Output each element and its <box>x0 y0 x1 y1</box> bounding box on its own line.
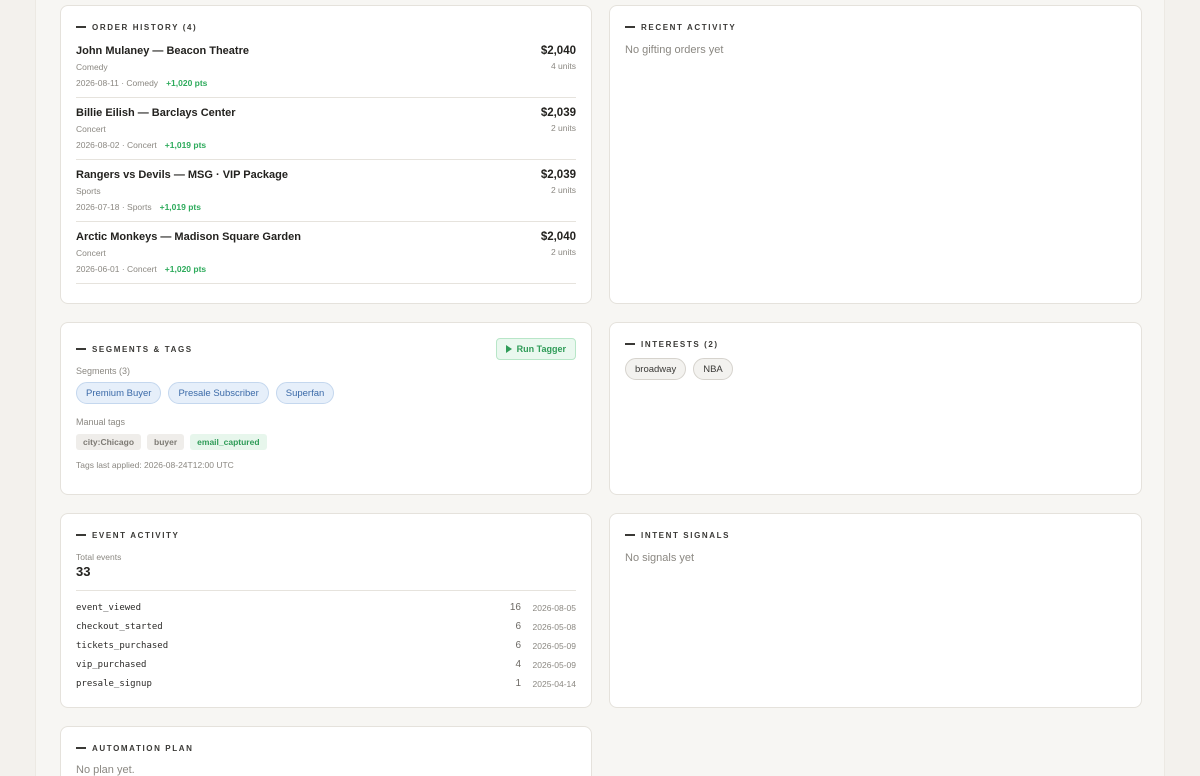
order-category: Concert <box>76 124 106 134</box>
tag-chip: buyer <box>147 434 185 450</box>
event-date: 2026-05-08 <box>532 621 576 632</box>
order-history-card: Order History (4) John Mulaney — Beacon … <box>60 5 592 304</box>
event-date: 2025-04-14 <box>532 678 576 689</box>
automation-plan-empty: No plan yet. <box>76 764 135 776</box>
order-price: $2,040 <box>540 45 576 57</box>
order-meta: 2026-08-11 · Comedy +1,020 pts <box>76 78 208 88</box>
order-list: John Mulaney — Beacon Theatre Comedy 202… <box>76 36 576 284</box>
manual-tag-chips: city:Chicago buyer email_captured <box>76 434 576 450</box>
event-row: vip_purchased 4 2026-05-09 <box>76 655 576 674</box>
dash-icon <box>76 534 86 536</box>
order-units: 2 units <box>550 123 576 133</box>
play-icon <box>505 345 512 353</box>
event-count: 6 <box>515 640 521 651</box>
order-row[interactable]: Billie Eilish — Barclays Center Concert … <box>76 98 576 160</box>
total-events-value: 33 <box>76 564 91 579</box>
order-category: Concert <box>76 248 106 258</box>
dash-icon <box>76 747 86 749</box>
automation-plan-title: Automation Plan <box>76 743 576 753</box>
interest-chip[interactable]: broadway <box>625 358 687 380</box>
event-count: 4 <box>515 659 521 670</box>
order-points: +1,020 pts <box>164 264 207 274</box>
dash-icon <box>625 534 635 536</box>
automation-plan-card: Automation Plan No plan yet. <box>60 726 592 776</box>
event-name: checkout_started <box>76 621 163 632</box>
order-title: John Mulaney — Beacon Theatre <box>76 45 249 57</box>
segment-chip[interactable]: Superfan <box>275 382 335 404</box>
order-title: Rangers vs Devils — MSG · VIP Package <box>76 169 288 181</box>
order-price: $2,039 <box>540 169 576 181</box>
dash-icon <box>76 26 86 28</box>
tag-chip: city:Chicago <box>76 434 142 450</box>
event-count: 6 <box>515 621 521 632</box>
event-activity-title: Event Activity <box>76 530 576 540</box>
order-row[interactable]: John Mulaney — Beacon Theatre Comedy 202… <box>76 36 576 98</box>
manual-tags-label: Manual tags <box>76 417 126 427</box>
order-units: 4 units <box>550 61 576 71</box>
event-row: checkout_started 6 2026-05-08 <box>76 617 576 636</box>
order-row[interactable]: Arctic Monkeys — Madison Square Garden C… <box>76 222 576 284</box>
order-meta: 2026-08-02 · Concert +1,019 pts <box>76 140 207 150</box>
order-title: Arctic Monkeys — Madison Square Garden <box>76 231 301 243</box>
order-price: $2,040 <box>540 231 576 243</box>
order-history-title: Order History (4) <box>76 22 576 32</box>
event-name: presale_signup <box>76 678 152 689</box>
event-count: 16 <box>509 602 521 613</box>
order-points: +1,020 pts <box>166 78 208 88</box>
interests-card: Interests (2) broadway NBA <box>609 322 1142 495</box>
order-units: 2 units <box>550 185 576 195</box>
order-price: $2,039 <box>540 107 576 119</box>
recent-activity-empty: No gifting orders yet <box>625 44 724 56</box>
order-points: +1,019 pts <box>159 202 201 212</box>
event-row: presale_signup 1 2025-04-14 <box>76 674 576 693</box>
event-name: event_viewed <box>76 602 142 613</box>
event-activity-card: Event Activity Total events 33 event_vie… <box>60 513 592 708</box>
event-name: vip_purchased <box>76 659 147 670</box>
order-category: Sports <box>76 186 101 196</box>
total-events-label: Total events <box>76 552 122 562</box>
dash-icon <box>76 348 86 350</box>
profile-page: Order History (4) John Mulaney — Beacon … <box>35 0 1165 776</box>
recent-activity-card: Recent Activity No gifting orders yet <box>609 5 1142 304</box>
event-list: event_viewed 16 2026-08-05 checkout_star… <box>76 598 576 693</box>
tags-last-applied: Tags last applied: 2026-08-24T12:00 UTC <box>76 460 234 470</box>
segments-card: Segments & Tags Run Tagger Segments (3) … <box>60 322 592 495</box>
event-count: 1 <box>515 678 521 689</box>
dash-icon <box>625 26 635 28</box>
order-row[interactable]: Rangers vs Devils — MSG · VIP Package Sp… <box>76 160 576 222</box>
order-points: +1,019 pts <box>164 140 207 150</box>
event-date: 2026-05-09 <box>532 640 576 651</box>
tag-chip: email_captured <box>190 434 267 450</box>
event-date: 2026-05-09 <box>532 659 576 670</box>
segment-chip[interactable]: Presale Subscriber <box>168 382 269 404</box>
run-tagger-button[interactable]: Run Tagger <box>495 338 576 360</box>
interest-chip[interactable]: NBA <box>693 358 733 380</box>
segment-chips: Premium Buyer Presale Subscriber Superfa… <box>76 382 576 404</box>
order-meta: 2026-06-01 · Concert +1,020 pts <box>76 264 207 274</box>
dash-icon <box>625 343 635 345</box>
divider <box>76 590 576 591</box>
order-title: Billie Eilish — Barclays Center <box>76 107 236 119</box>
event-name: tickets_purchased <box>76 640 169 651</box>
event-row: tickets_purchased 6 2026-05-09 <box>76 636 576 655</box>
interests-title: Interests (2) <box>625 339 1126 349</box>
intent-signals-title: Intent Signals <box>625 530 1126 540</box>
intent-signals-card: Intent Signals No signals yet <box>609 513 1142 708</box>
order-category: Comedy <box>76 62 108 72</box>
order-units: 2 units <box>550 247 576 257</box>
interest-chips: broadway NBA <box>625 358 1126 380</box>
intent-signals-empty: No signals yet <box>625 552 695 564</box>
recent-activity-title: Recent Activity <box>625 22 1126 32</box>
segment-chip[interactable]: Premium Buyer <box>76 382 162 404</box>
event-row: event_viewed 16 2026-08-05 <box>76 598 576 617</box>
order-meta: 2026-07-18 · Sports +1,019 pts <box>76 202 201 212</box>
event-date: 2026-08-05 <box>532 602 576 613</box>
segments-label: Segments (3) <box>76 366 131 376</box>
